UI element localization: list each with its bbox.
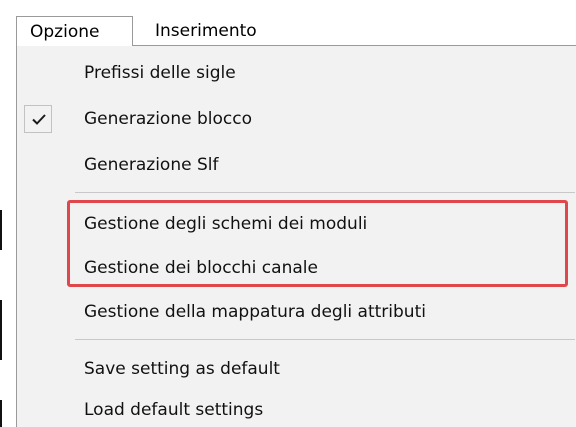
menubar-item-opzione[interactable]: Opzione xyxy=(16,16,133,46)
menu-item-prefissi-delle-sigle[interactable]: Prefissi delle sigle xyxy=(17,55,576,91)
checkmark-icon xyxy=(24,105,52,133)
menu-item-gestione-mappatura-attributi[interactable]: Gestione della mappatura degli attributi xyxy=(17,294,576,330)
menubar-item-inserimento[interactable]: Inserimento xyxy=(150,16,310,46)
background-window-edge xyxy=(0,210,2,250)
screenshot-root: Opzione Inserimento Prefissi delle sigle… xyxy=(0,0,576,427)
menu-item-load-default-settings[interactable]: Load default settings xyxy=(17,392,576,427)
menu-bar: Opzione Inserimento xyxy=(0,0,576,46)
menu-item-save-setting-as-default[interactable]: Save setting as default xyxy=(17,351,576,387)
red-highlight-annotation xyxy=(67,200,568,287)
menu-item-label: Prefissi delle sigle xyxy=(84,63,236,83)
menu-item-label: Save setting as default xyxy=(84,359,280,379)
menu-item-label: Generazione blocco xyxy=(84,109,252,129)
menu-item-generazione-blocco[interactable]: Generazione blocco xyxy=(17,101,576,137)
background-window-edge xyxy=(0,300,2,360)
background-window-edge xyxy=(0,400,2,427)
menu-item-label: Load default settings xyxy=(84,400,264,420)
menu-item-label: Generazione Slf xyxy=(84,155,219,175)
menu-separator xyxy=(75,192,575,193)
menu-item-generazione-slf[interactable]: Generazione Slf xyxy=(17,147,576,183)
menu-separator xyxy=(75,339,575,340)
menu-item-label: Gestione della mappatura degli attributi xyxy=(84,302,426,322)
dropdown-menu-opzione: Prefissi delle sigle Generazione blocco … xyxy=(16,45,576,427)
